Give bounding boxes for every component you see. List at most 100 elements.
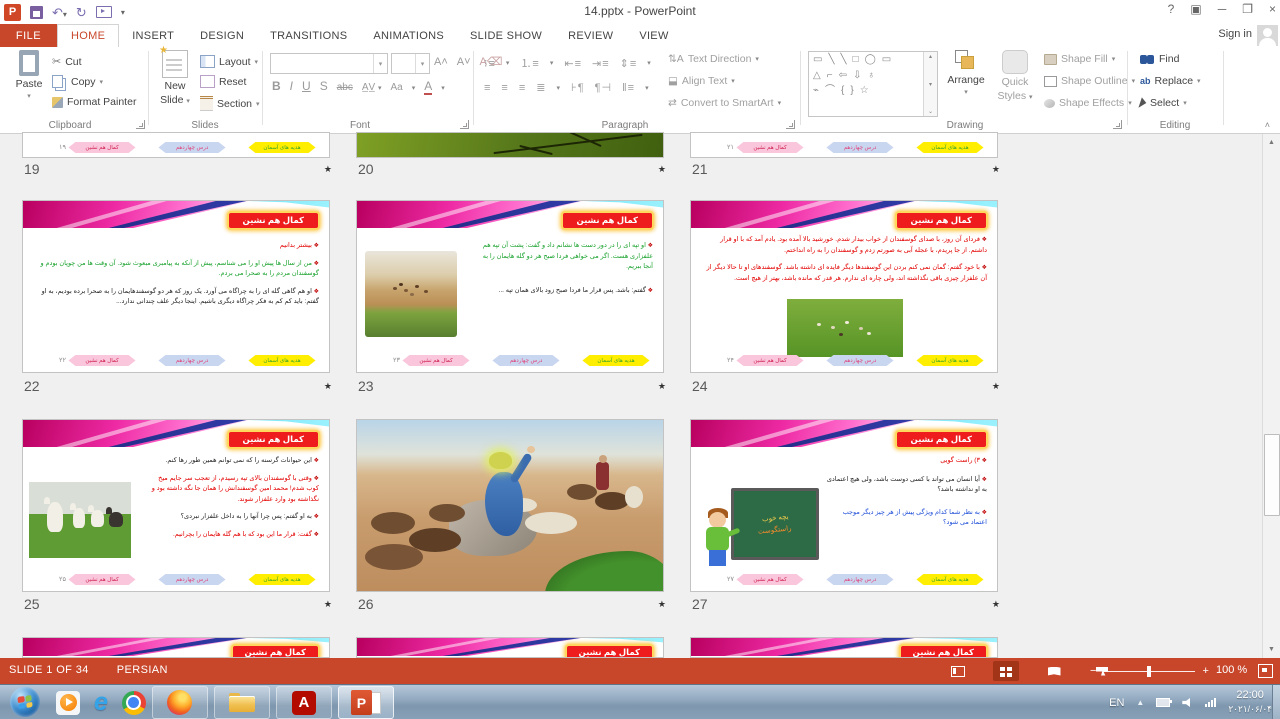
reading-view-button[interactable] <box>1041 661 1067 681</box>
acrobat-taskbar-button[interactable]: A <box>276 686 332 719</box>
change-case-button[interactable]: Aa <box>390 82 402 93</box>
normal-view-button[interactable] <box>945 661 971 681</box>
paste-button[interactable]: Paste▾ <box>6 50 52 116</box>
slide-thumbnail-26[interactable] <box>356 419 664 592</box>
font-color-button[interactable]: A <box>424 79 432 95</box>
slide-thumbnail-20[interactable] <box>356 132 664 158</box>
shape-fill-button[interactable]: Shape Fill▾ <box>1044 53 1115 65</box>
tab-design[interactable]: DESIGN <box>187 24 257 47</box>
font-size-combobox[interactable]: ▾ <box>391 53 430 74</box>
file-explorer-taskbar-button[interactable] <box>214 686 270 719</box>
slide-thumbnail-23[interactable]: کمال هم نشین او تپه ای را در دور دست ها … <box>356 200 664 373</box>
shapes-scroll[interactable]: ▴▾⌄ <box>923 52 937 116</box>
slide-thumbnail-27[interactable]: کمال هم نشین ۳) راست گویی آیا انسان می ت… <box>690 419 998 592</box>
format-painter-button[interactable]: Format Painter <box>52 96 136 108</box>
section-button[interactable]: Section▾ <box>200 96 260 111</box>
zoom-level[interactable]: 100 % <box>1216 664 1247 676</box>
shape-effects-button[interactable]: Shape Effects▾ <box>1044 97 1132 109</box>
ltr-direction-button[interactable]: ⊦¶ <box>571 81 585 94</box>
tab-insert[interactable]: INSERT <box>119 24 187 47</box>
font-dialog-launcher[interactable] <box>460 120 469 129</box>
line-spacing-button[interactable]: ⇕≡ <box>620 57 638 70</box>
powerpoint-taskbar-button[interactable]: P <box>338 686 394 719</box>
arrange-button[interactable]: Arrange▾ <box>942 50 990 116</box>
battery-icon[interactable] <box>1156 698 1170 707</box>
tab-view[interactable]: VIEW <box>626 24 681 47</box>
close-icon[interactable]: × <box>1269 2 1276 16</box>
replace-button[interactable]: abReplace▾ <box>1140 75 1201 87</box>
tab-transitions[interactable]: TRANSITIONS <box>257 24 360 47</box>
quick-styles-button[interactable]: Quick Styles ▾ <box>992 50 1038 116</box>
clipboard-dialog-launcher[interactable] <box>136 120 145 129</box>
align-center-button[interactable]: ≡ <box>501 82 508 94</box>
italic-button[interactable]: I <box>290 79 293 93</box>
firefox-taskbar-button[interactable] <box>152 686 208 719</box>
strikethrough-button[interactable]: abc <box>337 82 353 93</box>
keyboard-language[interactable]: EN <box>1109 697 1124 709</box>
help-icon[interactable]: ? <box>1168 2 1175 16</box>
underline-button[interactable]: U <box>302 79 311 93</box>
reset-button[interactable]: Reset <box>200 75 246 88</box>
slide-thumbnail-22[interactable]: کمال هم نشین بیشتر بدانیم من از سال ها پ… <box>22 200 330 373</box>
tab-review[interactable]: REVIEW <box>555 24 626 47</box>
collapse-ribbon-icon[interactable]: ˄ <box>1265 120 1270 130</box>
slide-thumbnail-29[interactable]: کمال هم نشین <box>356 637 664 658</box>
tab-home[interactable]: HOME <box>57 24 119 48</box>
decrease-indent-button[interactable]: ⇤≡ <box>564 57 582 70</box>
shapes-gallery[interactable]: ▭╲╲□◯▭ △⌐⇦⇩♁ ⌁⌒{}☆ ▴▾⌄ <box>808 51 938 117</box>
show-desktop-button[interactable] <box>1272 685 1280 719</box>
font-name-combobox[interactable]: ▾ <box>270 53 388 74</box>
text-direction-button[interactable]: ⇅AText Direction▾ <box>668 53 759 65</box>
slide-thumbnail-30[interactable]: کمال هم نشین <box>690 637 998 658</box>
sign-in-link[interactable]: Sign in <box>1218 28 1252 40</box>
align-text-button[interactable]: ⬓Align Text▾ <box>668 75 735 87</box>
rtl-direction-button[interactable]: ¶⊣ <box>595 81 613 94</box>
network-signal-icon[interactable] <box>1205 698 1216 707</box>
align-left-button[interactable]: ≡ <box>484 82 491 94</box>
shape-outline-button[interactable]: Shape Outline▾ <box>1044 75 1135 87</box>
copy-button[interactable]: Copy▾ <box>52 75 103 88</box>
find-button[interactable]: Find <box>1140 53 1179 65</box>
slide-thumbnail-21[interactable]: ۲۱ کمال هم نشین درس چهاردهم هدیه های آسم… <box>690 132 998 158</box>
select-button[interactable]: Select▾ <box>1140 97 1187 109</box>
cut-button[interactable]: ✂Cut <box>52 55 82 68</box>
ribbon-display-options-icon[interactable]: ▣ <box>1190 2 1201 16</box>
tab-animations[interactable]: ANIMATIONS <box>360 24 457 47</box>
zoom-in-icon[interactable]: + <box>1202 665 1208 677</box>
slide-thumbnail-24[interactable]: کمال هم نشین فردای آن روز، با صدای گوسفن… <box>690 200 998 373</box>
shrink-font-icon[interactable]: A˅ <box>457 56 471 68</box>
fit-to-window-icon[interactable] <box>1258 664 1273 678</box>
layout-button[interactable]: Layout▾ <box>200 55 258 68</box>
paragraph-dialog-launcher[interactable] <box>786 120 795 129</box>
scroll-down-icon[interactable]: ▼ <box>1263 641 1280 658</box>
slide-sorter-view-button[interactable] <box>993 661 1019 681</box>
media-player-icon[interactable] <box>56 691 80 715</box>
zoom-slider-thumb[interactable] <box>1147 666 1151 677</box>
restore-icon[interactable]: ❐ <box>1242 2 1253 16</box>
scrollbar-thumb[interactable] <box>1264 434 1280 516</box>
justify-button[interactable]: ≣ <box>536 81 546 94</box>
start-button[interactable] <box>10 687 40 717</box>
minimize-icon[interactable]: ─ <box>1218 2 1227 16</box>
language-indicator[interactable]: PERSIAN <box>117 664 168 676</box>
slide-thumbnail-25[interactable]: کمال هم نشین این حیوانات گرسنه را که نمی… <box>22 419 330 592</box>
scroll-up-icon[interactable]: ▲ <box>1263 134 1280 151</box>
zoom-out-icon[interactable]: − <box>1090 665 1096 677</box>
tab-file[interactable]: FILE <box>0 24 57 47</box>
grow-font-icon[interactable]: A˄ <box>434 56 448 68</box>
speaker-icon[interactable] <box>1182 698 1193 707</box>
columns-button[interactable]: ‖≡ <box>622 82 635 94</box>
clock[interactable]: 22:00 ۲۰۲۱/۰۶/۰۴ <box>1228 689 1272 717</box>
chrome-icon[interactable] <box>122 691 146 715</box>
internet-explorer-icon[interactable]: e <box>94 690 108 715</box>
bold-button[interactable]: B <box>272 79 281 93</box>
text-shadow-button[interactable]: S <box>320 79 328 93</box>
character-spacing-button[interactable]: A̲V̲ ▾ <box>362 82 382 93</box>
vertical-scrollbar[interactable]: ▲ ▼ <box>1262 134 1280 658</box>
convert-to-smartart-button[interactable]: ⇄Convert to SmartArt▾ <box>668 97 781 109</box>
slide-thumbnail-28[interactable]: کمال هم نشین <box>22 637 330 658</box>
tab-slide-show[interactable]: SLIDE SHOW <box>457 24 555 47</box>
new-slide-button[interactable]: New Slide ▾ <box>152 50 198 116</box>
increase-indent-button[interactable]: ⇥≡ <box>592 57 610 70</box>
user-avatar[interactable] <box>1257 25 1278 46</box>
